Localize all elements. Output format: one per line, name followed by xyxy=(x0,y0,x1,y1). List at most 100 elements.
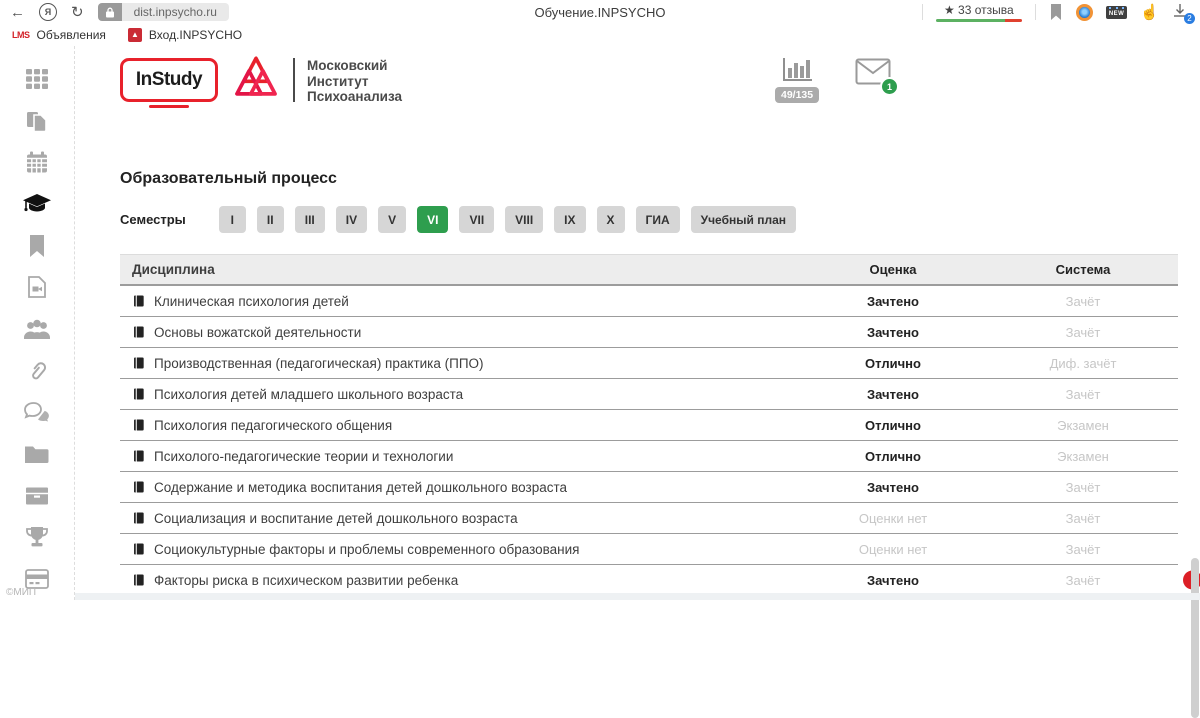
table-row[interactable]: Психология педагогического общенияОтличн… xyxy=(120,410,1178,441)
semester-button-VII[interactable]: VII xyxy=(459,206,494,233)
sidebar-item-documents[interactable] xyxy=(15,100,59,142)
table-row[interactable]: Социализация и воспитание детей дошкольн… xyxy=(120,503,1178,534)
lock-icon xyxy=(98,3,122,21)
bookmark-flag-icon[interactable] xyxy=(1049,4,1063,20)
bookmark-vhod-inpsycho[interactable]: ▲ Вход.INPSYCHO xyxy=(128,28,242,42)
chat-icon xyxy=(23,400,51,424)
semester-button-IV[interactable]: IV xyxy=(336,206,367,233)
book-icon xyxy=(132,449,146,463)
discipline-name[interactable]: Психолого-педагогические теории и технол… xyxy=(120,449,798,464)
sidebar-item-paperclip[interactable] xyxy=(15,350,59,392)
downloads-count-badge: 2 xyxy=(1184,13,1195,24)
semester-button-III[interactable]: III xyxy=(295,206,325,233)
discipline-name[interactable]: Содержание и методика воспитания детей д… xyxy=(120,480,798,495)
calendar-icon xyxy=(25,150,49,174)
book-icon xyxy=(132,418,146,432)
discipline-name[interactable]: Социализация и воспитание детей дошкольн… xyxy=(120,511,798,526)
mip-logo-icon[interactable] xyxy=(230,54,282,111)
discipline-name[interactable]: Факторы риска в психическом развитии реб… xyxy=(120,573,798,588)
table-row[interactable]: Основы вожатской деятельностиЗачтеноЗачё… xyxy=(120,317,1178,348)
table-row[interactable]: Содержание и методика воспитания детей д… xyxy=(120,472,1178,503)
browser-logo-icon[interactable]: Я xyxy=(39,3,57,21)
semester-button-V[interactable]: V xyxy=(378,206,406,233)
book-icon xyxy=(132,511,146,525)
scrollbar-thumb[interactable] xyxy=(1191,558,1199,718)
table-row[interactable]: Психология детей младшего школьного возр… xyxy=(120,379,1178,410)
grade-value: Отлично xyxy=(798,449,988,464)
sidebar-item-video-file[interactable] xyxy=(15,266,59,308)
discipline-name[interactable]: Основы вожатской деятельности xyxy=(120,325,798,340)
sidebar-item-grid[interactable] xyxy=(15,58,59,100)
hand-extension-icon[interactable]: ☝ xyxy=(1140,5,1159,20)
discipline-name[interactable]: Социокультурные факторы и проблемы совре… xyxy=(120,542,798,557)
system-value: Зачёт xyxy=(988,480,1178,495)
book-icon xyxy=(132,356,146,370)
instudy-logo[interactable]: InStudy xyxy=(120,58,218,102)
table-row[interactable]: Психолого-педагогические теории и технол… xyxy=(120,441,1178,472)
book-icon xyxy=(132,294,146,308)
institute-name: Московский Институт Психоанализа xyxy=(307,58,402,105)
reviews-widget[interactable]: ★ 33 отзыва xyxy=(936,3,1022,22)
grade-value: Оценки нет xyxy=(798,511,988,526)
refresh-icon[interactable]: ↻ xyxy=(71,5,84,20)
semester-button-VIII[interactable]: VIII xyxy=(505,206,543,233)
semester-button-II[interactable]: II xyxy=(257,206,284,233)
system-value: Экзамен xyxy=(988,418,1178,433)
discipline-name[interactable]: Клиническая психология детей xyxy=(120,294,798,309)
book-icon xyxy=(132,542,146,556)
sidebar-item-archive[interactable] xyxy=(15,475,59,517)
sidebar-item-graduation-cap[interactable] xyxy=(15,183,59,225)
semester-button-I[interactable]: I xyxy=(219,206,246,233)
semesters-label: Семестры xyxy=(120,212,186,227)
semester-button-VI[interactable]: VI xyxy=(417,206,448,233)
grade-value: Зачтено xyxy=(798,387,988,402)
table-row[interactable]: Социокультурные факторы и проблемы совре… xyxy=(120,534,1178,565)
grade-value: Зачтено xyxy=(798,294,988,309)
grade-value: Зачтено xyxy=(798,325,988,340)
progress-widget[interactable]: 49/135 xyxy=(775,56,819,103)
discipline-name[interactable]: Производственная (педагогическая) практи… xyxy=(120,356,798,371)
archive-icon xyxy=(24,484,50,508)
address-bar[interactable]: dist.inpsycho.ru xyxy=(98,3,229,21)
main-content: Образовательный процесс Семестры IIIIIII… xyxy=(75,118,1200,600)
table-row[interactable]: Производственная (педагогическая) практи… xyxy=(120,348,1178,379)
table-header-row: Дисциплина Оценка Система xyxy=(120,254,1178,286)
divider xyxy=(922,4,923,20)
disciplines-table: Дисциплина Оценка Система Клиническая пс… xyxy=(120,254,1178,596)
system-value: Зачёт xyxy=(988,542,1178,557)
folder-icon xyxy=(24,442,50,466)
semester-button-IX[interactable]: IX xyxy=(554,206,585,233)
discipline-name[interactable]: Психология детей младшего школьного возр… xyxy=(120,387,798,402)
video-file-icon xyxy=(26,275,48,299)
semester-button-Учебный план[interactable]: Учебный план xyxy=(691,206,796,233)
back-icon[interactable]: ← xyxy=(10,5,25,20)
sidebar-item-chat[interactable] xyxy=(15,392,59,434)
book-icon xyxy=(132,573,146,587)
semester-button-X[interactable]: X xyxy=(597,206,625,233)
new-extension-icon[interactable]: NEW xyxy=(1106,6,1128,19)
sidebar-item-trophy[interactable] xyxy=(15,517,59,559)
bookmarks-bar: LMS Объявления ▲ Вход.INPSYCHO xyxy=(0,24,1200,47)
discipline-name[interactable]: Психология педагогического общения xyxy=(120,418,798,433)
downloads-icon[interactable]: 2 xyxy=(1172,3,1190,21)
semester-button-ГИА[interactable]: ГИА xyxy=(636,206,680,233)
grade-value: Зачтено xyxy=(798,573,988,588)
bookmark-lms[interactable]: LMS Объявления xyxy=(12,28,106,42)
url-text: dist.inpsycho.ru xyxy=(122,3,229,21)
sidebar-item-users[interactable] xyxy=(15,308,59,350)
sidebar-item-calendar[interactable] xyxy=(15,141,59,183)
trophy-icon xyxy=(24,525,50,549)
extension-circle-icon[interactable] xyxy=(1076,4,1093,21)
sidebar-item-folder[interactable] xyxy=(15,433,59,475)
table-row[interactable]: Клиническая психология детейЗачтеноЗачёт xyxy=(120,286,1178,317)
column-header-system: Система xyxy=(988,262,1178,277)
bookmark-icon xyxy=(27,234,47,258)
instudy-logo-text: InStudy xyxy=(136,69,202,91)
table-row[interactable]: Факторы риска в психическом развитии реб… xyxy=(120,565,1178,596)
documents-icon xyxy=(25,109,49,133)
page-heading: Образовательный процесс xyxy=(120,170,337,188)
grid-icon xyxy=(25,67,49,91)
sidebar-item-bookmark[interactable] xyxy=(15,225,59,267)
bookmark-label: Вход.INPSYCHO xyxy=(149,28,242,42)
mail-widget[interactable]: 1 xyxy=(855,58,891,90)
